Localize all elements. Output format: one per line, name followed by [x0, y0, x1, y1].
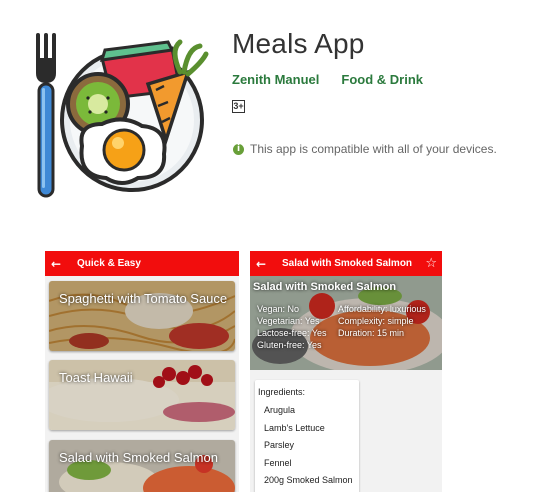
app-meta: Zenith Manuel Food & Drink	[232, 72, 423, 87]
app-bar-title: Quick & Easy	[77, 258, 141, 269]
list-item: Parsley	[264, 440, 295, 450]
fact-complexity: Complexity: simple	[338, 316, 414, 326]
meal-card-spaghetti: Spaghetti with Tomato Sauce	[49, 281, 235, 351]
salad-photo	[49, 440, 235, 492]
meal-facts-left: Vegan: No Vegetarian: Yes Lactose-free: …	[257, 303, 327, 351]
ingredients-list: Arugula Lamb's Lettuce Parsley Fennel 20…	[264, 405, 353, 492]
meal-card-toast: Toast Hawaii	[49, 360, 235, 430]
app-title: Meals App	[232, 28, 365, 59]
meal-card-salad: Salad with Smoked Salmon	[49, 440, 235, 492]
app-bar: ← Salad with Smoked Salmon ☆	[250, 251, 442, 276]
meals-app-icon	[36, 33, 209, 198]
fact-affordability: Affordability: luxurious	[338, 304, 426, 314]
info-icon: i	[233, 143, 244, 155]
list-item: Arugula	[264, 405, 296, 415]
ingredients-heading: Ingredients:	[258, 387, 306, 397]
meal-card-title: Salad with Smoked Salmon	[59, 450, 218, 465]
list-item: Lamb's Lettuce	[264, 422, 325, 433]
screenshot-category-list[interactable]: ← Quick & Easy Spaghetti with Tomato Sau…	[45, 251, 239, 492]
fork-icon	[36, 33, 56, 198]
meal-hero: Salad with Smoked Salmon Vegan: No Veget…	[250, 276, 442, 370]
compatibility-notice: i This app is compatible with all of you…	[233, 142, 497, 156]
meal-facts-right: Affordability: luxurious Complexity: sim…	[338, 303, 426, 339]
fact-duration: Duration: 15 min	[338, 328, 405, 338]
content-rating-badge: 3+	[232, 100, 245, 113]
list-item: 200g Smoked Salmon	[264, 475, 353, 485]
list-item: Fennel	[264, 457, 292, 468]
app-bar: ← Quick & Easy	[45, 251, 239, 276]
app-bar-title: Salad with Smoked Salmon	[282, 258, 413, 269]
developer-link[interactable]: Zenith Manuel	[232, 72, 319, 87]
fact-vegetarian: Vegetarian: Yes	[257, 316, 320, 326]
fact-gluten-free: Gluten-free: Yes	[257, 340, 322, 350]
compatibility-text: This app is compatible with all of your …	[250, 142, 497, 156]
arrow-left-icon: ←	[50, 256, 62, 271]
meal-card-title: Spaghetti with Tomato Sauce	[59, 291, 228, 306]
fact-vegan: Vegan: No	[257, 304, 300, 314]
meal-card-title: Toast Hawaii	[59, 370, 133, 385]
star-icon: ☆	[425, 256, 437, 271]
category-link[interactable]: Food & Drink	[341, 72, 423, 87]
meal-title: Salad with Smoked Salmon	[253, 281, 397, 293]
ingredients-card: Ingredients: Arugula Lamb's Lettuce Pars…	[255, 380, 359, 492]
screenshot-meal-detail[interactable]: ← Salad with Smoked Salmon ☆ Salad with …	[250, 251, 442, 492]
fact-lactose-free: Lactose-free: Yes	[257, 328, 327, 338]
arrow-left-icon: ←	[255, 256, 267, 271]
